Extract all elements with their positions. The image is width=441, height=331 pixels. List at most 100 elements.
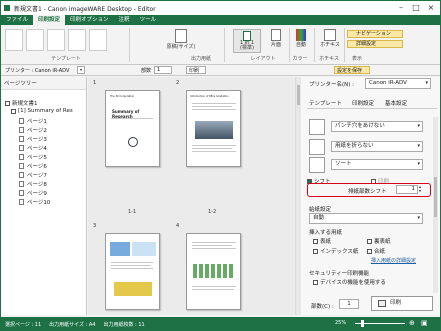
- index-label: インデックス紙: [320, 249, 359, 255]
- tree-page-node[interactable]: ページ6: [19, 162, 47, 170]
- printer-name-select[interactable]: Canon iR-ADV ▾: [365, 78, 431, 89]
- navigation-toggle[interactable]: ナビゲーション: [347, 30, 403, 38]
- fold-select[interactable]: 用紙を折らない ▾: [331, 141, 423, 152]
- status-selected-page: 選択ページ : 11: [5, 321, 42, 328]
- tree-page-node[interactable]: ページ4: [19, 144, 47, 152]
- text-line: [192, 248, 236, 249]
- panel-copies-label: 部数(C) :: [311, 304, 334, 310]
- color-icon: [296, 29, 306, 41]
- template-item[interactable]: [68, 29, 86, 51]
- checkbox-icon[interactable]: [5, 100, 10, 106]
- status-output-count: 出力用紙枚数 : 11: [103, 321, 145, 328]
- page-thumbnail[interactable]: The 30 Corporation Summary of Research: [105, 90, 160, 167]
- template-item[interactable]: [26, 29, 44, 51]
- staple-button[interactable]: ホチキス: [317, 29, 343, 48]
- back-cover-checkbox[interactable]: 裏表紙: [367, 237, 391, 245]
- copies-input[interactable]: 1: [154, 66, 172, 74]
- template-gallery[interactable]: [5, 29, 125, 51]
- tree-page-node[interactable]: ページ5: [19, 153, 47, 161]
- checkbox-icon[interactable]: [313, 238, 318, 244]
- cover-label: 表紙: [320, 239, 332, 245]
- duplex-button[interactable]: 片面: [263, 29, 289, 48]
- template-item[interactable]: [47, 29, 65, 51]
- printer-icon: [378, 300, 386, 307]
- scrollbar-thumb[interactable]: [434, 177, 437, 217]
- layout-group-label: レイアウト: [250, 56, 276, 62]
- zoom-slider-thumb[interactable]: [361, 320, 364, 327]
- tab-annotation[interactable]: 注釈: [114, 15, 135, 25]
- fit-page-icon[interactable]: ▣: [421, 319, 428, 327]
- detail-settings-toggle[interactable]: 詳細設定: [347, 40, 403, 48]
- panel-tab-template[interactable]: テンプレート: [309, 99, 342, 107]
- app-window: 新規文書1 - Canon imageWARE Desktop - Editor…: [0, 0, 441, 331]
- zoom-in-icon[interactable]: ⊕: [409, 319, 415, 327]
- tree-page-node[interactable]: ページ10: [19, 198, 50, 206]
- insert-paper-label: 挿入する用紙: [309, 230, 343, 236]
- logo-icon: [128, 137, 138, 147]
- panel-tab-basic-settings[interactable]: 基本設定: [385, 99, 407, 107]
- print-button[interactable]: 印刷: [371, 296, 433, 311]
- printer-dropdown[interactable]: ▾: [77, 66, 85, 74]
- tree-doc-label: 新規文書1: [12, 101, 38, 107]
- save-settings-button[interactable]: 設定を保存: [334, 66, 370, 74]
- page-label: 1-1: [128, 209, 137, 215]
- tree-page-node[interactable]: ページ9: [19, 189, 47, 197]
- tree-page-node[interactable]: ページ8: [19, 180, 47, 188]
- panel-scrollbar[interactable]: [433, 117, 438, 293]
- close-icon[interactable]: ×: [424, 2, 438, 13]
- page-thumbnail[interactable]: [105, 233, 160, 310]
- sort-select[interactable]: ソート ▾: [331, 159, 423, 170]
- punch-select[interactable]: パンチ穴をあけない ▾: [331, 121, 423, 132]
- page-thumbnail[interactable]: [186, 233, 241, 310]
- tree-doc-node[interactable]: 新規文書1: [5, 99, 38, 107]
- index-checkbox[interactable]: インデックス紙: [313, 247, 358, 255]
- cover-checkbox[interactable]: 表紙: [313, 237, 331, 245]
- minimize-icon[interactable]: –: [394, 2, 408, 13]
- paper-size-button[interactable]: 原稿(サイズ): [161, 29, 201, 50]
- tree-page-node[interactable]: ページ3: [19, 135, 47, 143]
- maximize-icon[interactable]: □: [409, 2, 423, 13]
- panel-tab-print-settings[interactable]: 印刷設定: [352, 99, 374, 107]
- checkbox-icon[interactable]: [313, 248, 318, 254]
- photo-image: [110, 242, 130, 256]
- checkbox-icon[interactable]: [11, 108, 16, 114]
- fold-icon: [309, 139, 325, 155]
- shift-count-input[interactable]: 1: [396, 185, 418, 194]
- paper-source-select[interactable]: 自動 ▾: [309, 213, 423, 224]
- tree-page-node[interactable]: ページ2: [19, 126, 47, 134]
- tab-tools[interactable]: ツール: [135, 15, 162, 25]
- chevron-down-icon: ▾: [425, 80, 428, 86]
- duplex-label: 片面: [270, 42, 281, 48]
- page-group-number: 1: [93, 80, 97, 86]
- template-item[interactable]: [89, 29, 107, 51]
- page-group-number: 3: [93, 223, 97, 229]
- color-mode-button[interactable]: 自動: [291, 29, 311, 48]
- color-label: 自動: [295, 42, 306, 48]
- insert-settings-link[interactable]: 挿入用紙の詳細設定: [371, 257, 416, 264]
- panel-copies-input[interactable]: 1: [339, 299, 359, 309]
- photo-image: [132, 242, 156, 256]
- device-feature-checkbox[interactable]: デバイスの機能を使用する: [313, 278, 386, 286]
- tab-print-options[interactable]: 印刷オプション: [65, 15, 114, 25]
- text-line: [192, 148, 232, 149]
- checkbox-icon[interactable]: [313, 279, 318, 285]
- page-icon: [19, 145, 24, 151]
- text-line: [192, 145, 236, 146]
- spinner-icon[interactable]: ▴ ▾: [419, 185, 421, 193]
- checkbox-icon[interactable]: [367, 238, 372, 244]
- print-quick-button[interactable]: 印刷: [186, 66, 206, 74]
- tab-print-settings[interactable]: 印刷設定: [33, 15, 66, 25]
- scrollbar-thumb[interactable]: [297, 85, 300, 105]
- slip-checkbox[interactable]: 合紙: [367, 247, 385, 255]
- tree-page-node[interactable]: ページ7: [19, 171, 47, 179]
- tree-section-node[interactable]: [1] Summary of Res: [11, 108, 73, 114]
- layout-1in1-button[interactable]: 1 in 1 (標準): [233, 29, 261, 53]
- page-tree-pane: ページツリー 新規文書1 [1] Summary of Res ページ1 ページ…: [1, 77, 87, 315]
- tab-file[interactable]: ファイル: [1, 15, 34, 25]
- template-item[interactable]: [5, 29, 23, 51]
- page-thumbnail[interactable]: Introduction of RB & Gradation: [186, 90, 241, 167]
- tree-page-label: ページ4: [27, 146, 47, 152]
- tree-page-node[interactable]: ページ1: [19, 117, 47, 125]
- preview-area: 1 3 The 30 Corporation Summary of Resear…: [88, 77, 295, 315]
- checkbox-icon[interactable]: [367, 248, 372, 254]
